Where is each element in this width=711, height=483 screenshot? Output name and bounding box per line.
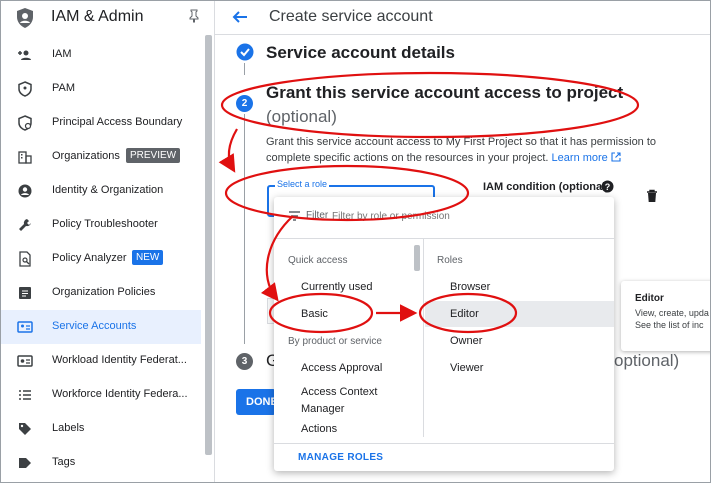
role-browser[interactable]: Browser [450,281,490,293]
learn-more-label: Learn more [551,152,608,164]
role-dropdown: Filter Quick access Currently used Basic… [274,197,614,471]
step-connector [244,114,245,344]
editor-role-tooltip: Editor View, create, upda See the list o… [621,281,710,351]
boundary-icon [18,115,32,131]
wrench-icon [19,219,31,231]
new-badge: NEW [132,250,164,265]
learn-more-link[interactable]: Learn more [552,152,621,164]
app-title: IAM & Admin [51,8,144,25]
tooltip-title: Editor [635,293,664,304]
sidebar-item-organizations[interactable]: Organizations PREVIEW [1,140,201,174]
tooltip-line: View, create, upda [635,308,709,318]
sidebar-item-tags[interactable]: Tags [1,446,201,480]
category-basic[interactable]: Basic [301,308,328,320]
sidebar-item-label: Workload Identity Federat... [52,354,187,366]
service-account-icon [17,321,33,333]
filter-label: Filter [306,210,329,221]
category-currently-used[interactable]: Currently used [301,281,373,293]
sidebar-item-label: IAM [52,48,72,60]
external-link-icon [611,152,621,162]
manage-roles-button[interactable]: MANAGE ROLES [298,452,383,463]
roles-header: Roles [437,255,463,266]
screen: IAM & Admin IAM PAM Principal Access Bou… [0,0,711,483]
step1-title[interactable]: Service account details [266,43,455,63]
step2-description: Grant this service account access to My … [266,134,686,166]
policy-analyzer-icon [19,251,31,267]
document-icon [19,287,31,299]
sidebar-item-label: Service Accounts [52,320,137,332]
workload-icon [17,355,33,367]
preview-badge: PREVIEW [126,148,181,163]
iam-condition-label: IAM condition (optional) [483,181,609,193]
sidebar-item-policy-troubleshooter[interactable]: Policy Troubleshooter [1,208,201,242]
delete-icon[interactable] [646,189,658,203]
pin-icon[interactable] [188,9,200,23]
sidebar-item-label: Labels [52,422,85,434]
role-viewer[interactable]: Viewer [450,362,483,374]
sidebar: IAM & Admin IAM PAM Principal Access Bou… [1,1,215,482]
sidebar-item-service-accounts[interactable]: Service Accounts [1,310,201,344]
category-actions[interactable]: Actions [301,423,337,435]
category-access-context-manager[interactable]: Access Context Manager [301,384,401,418]
sidebar-item-identity-organization[interactable]: Identity & Organization [1,174,201,208]
sidebar-item-label: Identity & Organization [52,184,164,196]
sidebar-item-label: Workforce Identity Federa... [52,388,188,400]
step3-optional: optional) [614,351,680,370]
step2-number: 2 [236,95,253,112]
label-icon [19,423,31,435]
sidebar-item-label: Tags [52,456,76,468]
categories-scrollbar[interactable] [414,245,420,271]
sidebar-scrollbar[interactable] [205,35,212,455]
iam-shield-icon [17,8,33,28]
person-add-icon [18,50,31,60]
role-filter-input[interactable] [332,207,492,225]
sidebar-item-iam[interactable]: IAM [1,38,201,72]
tooltip-line: See the list of inc [635,320,704,330]
list-icon [19,390,31,400]
sidebar-item-workload-identity-federation[interactable]: Workload Identity Federat... [1,344,201,378]
dropdown-footer: MANAGE ROLES [274,443,614,471]
role-owner[interactable]: Owner [450,335,482,347]
sidebar-item-policy-analyzer[interactable]: Policy Analyzer NEW [1,242,201,276]
check-circle-icon [236,43,254,61]
organization-icon [18,151,32,164]
by-product-header: By product or service [288,336,382,347]
select-role-label: Select a role [275,179,330,189]
role-filter: Filter [274,197,614,239]
done-button[interactable]: DONE [236,389,276,415]
help-icon[interactable]: ? [601,180,614,193]
sidebar-item-label: PAM [52,82,76,94]
shield-key-icon [18,81,32,97]
sidebar-item-label: Policy Troubleshooter [52,218,158,230]
page-title: Create service account [269,8,433,25]
sidebar-item-label: Policy Analyzer [52,252,127,264]
sidebar-item-labels[interactable]: Labels [1,412,201,446]
category-access-approval[interactable]: Access Approval [301,362,382,374]
step-connector [244,63,245,75]
account-circle-icon [18,184,32,198]
sidebar-item-label: Organization Policies [52,286,156,298]
sidebar-item-principal-access-boundary[interactable]: Principal Access Boundary [1,106,201,140]
header: Create service account [215,1,710,35]
annotation-arrow-to-role [218,128,238,173]
tag-icon [19,458,31,468]
step3-number: 3 [236,353,253,370]
filter-icon [289,211,300,221]
sidebar-header: IAM & Admin [1,1,215,35]
sidebar-item-label: Organizations [52,150,120,162]
step2-title: Grant this service account access to pro… [266,83,624,102]
back-arrow-icon[interactable] [231,8,249,26]
step2-optional: (optional) [266,107,337,126]
sidebar-item-label: Principal Access Boundary [52,116,183,128]
sidebar-item-organization-policies[interactable]: Organization Policies [1,276,201,310]
sidebar-item-pam[interactable]: PAM [1,72,201,106]
svg-text:?: ? [605,182,611,192]
role-editor[interactable]: Editor [450,308,479,320]
sidebar-item-workforce-identity-federation[interactable]: Workforce Identity Federa... [1,378,201,412]
quick-access-header: Quick access [288,255,348,266]
